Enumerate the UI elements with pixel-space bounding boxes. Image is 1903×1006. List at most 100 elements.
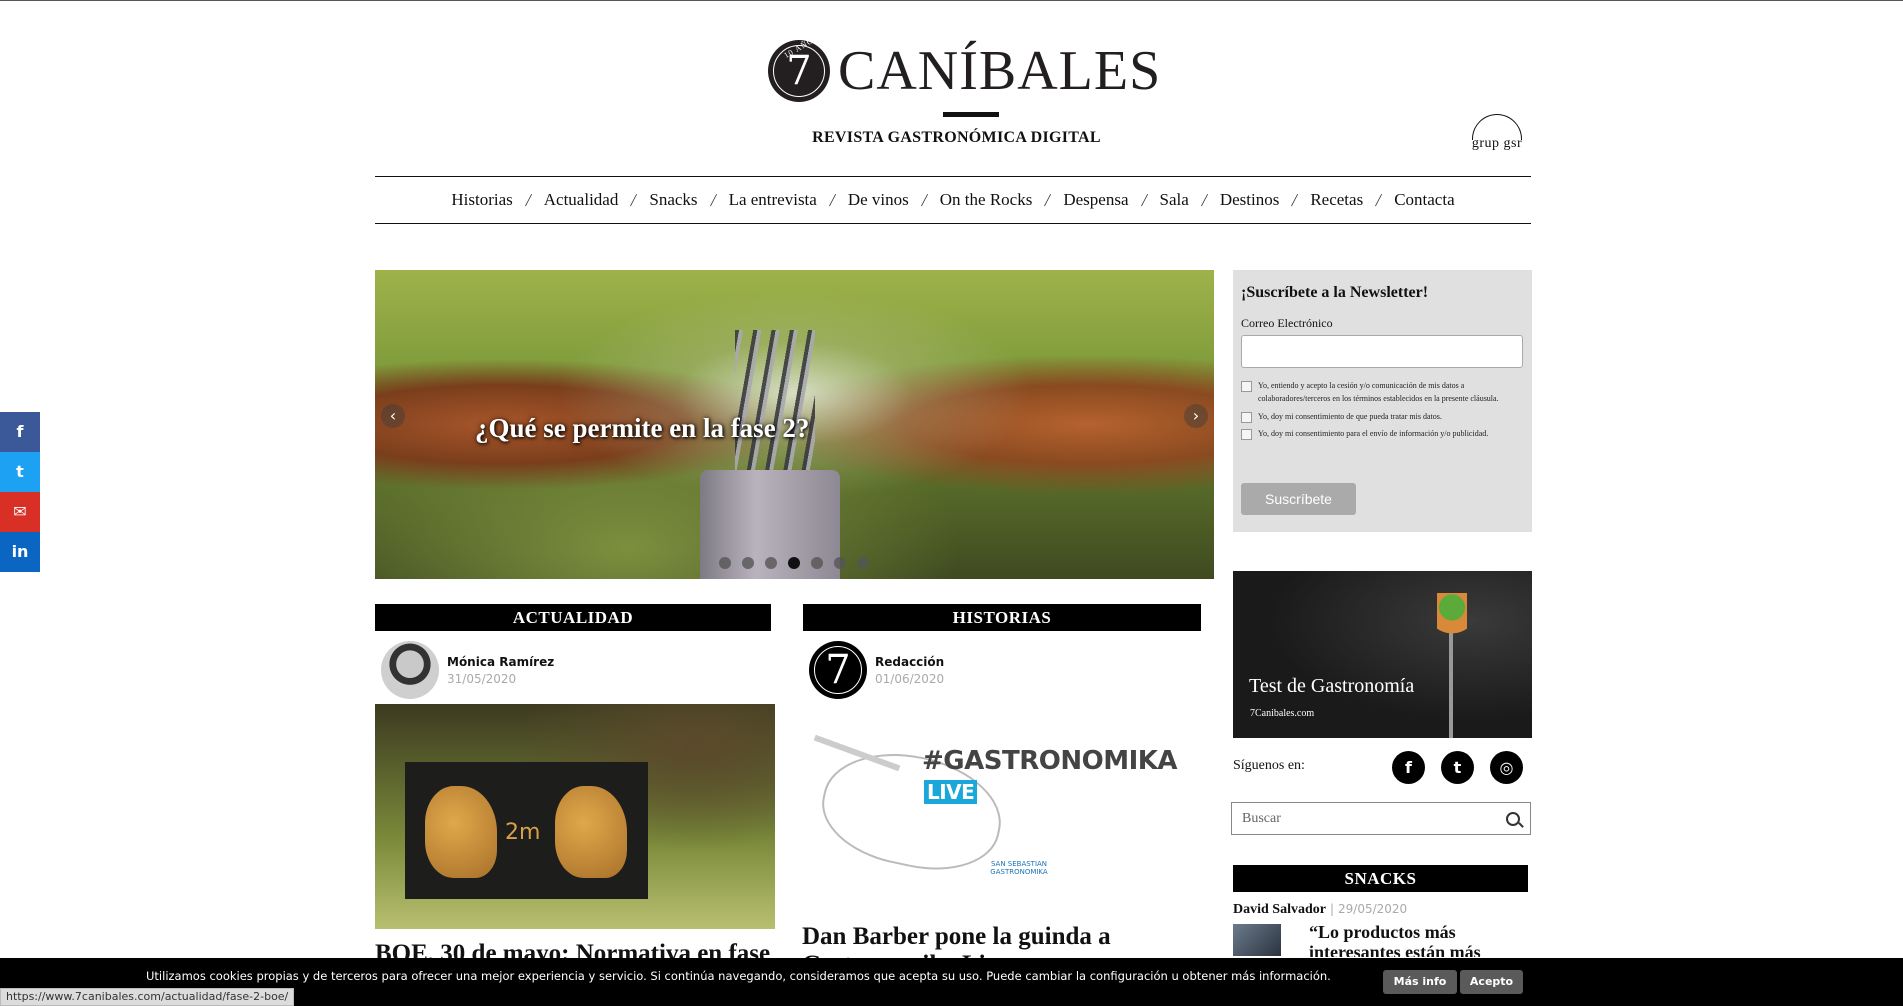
consent-text: Yo, doy mi consentimiento para el envío … bbox=[1258, 429, 1489, 439]
avatar: 7 bbox=[809, 641, 867, 699]
logo-seven-icon: 10 AÑOS 7 bbox=[768, 33, 830, 102]
checkbox[interactable] bbox=[1241, 429, 1252, 441]
consent-check[interactable]: Yo, doy mi consentimiento de que pueda t… bbox=[1241, 411, 1524, 424]
search-box bbox=[1231, 802, 1531, 835]
fork-icon bbox=[1449, 631, 1453, 738]
nav-separator: / bbox=[1043, 189, 1053, 210]
article-image[interactable]: 2m bbox=[375, 704, 775, 929]
face-right-icon bbox=[555, 786, 627, 878]
checkbox[interactable] bbox=[1241, 411, 1252, 423]
more-info-button[interactable]: Más info bbox=[1383, 970, 1457, 994]
slider-dot[interactable] bbox=[765, 557, 777, 569]
email-field[interactable] bbox=[1241, 335, 1523, 368]
consent-text: Yo, doy mi consentimiento de que pueda t… bbox=[1258, 411, 1442, 421]
category-bar-snacks[interactable]: SNACKS bbox=[1233, 865, 1528, 892]
facebook-share-icon[interactable]: f bbox=[0, 412, 40, 452]
gastronomika-logo: #GASTRONOMIKA LIVE bbox=[922, 746, 1202, 806]
nav-separator: / bbox=[708, 189, 718, 210]
twitter-icon[interactable]: t bbox=[1441, 751, 1474, 784]
facebook-icon[interactable]: f bbox=[1392, 751, 1425, 784]
snack-meta: David Salvador | 29/05/2020 bbox=[1233, 902, 1407, 918]
meta-separator: | bbox=[1329, 902, 1335, 916]
face-left-icon bbox=[425, 786, 497, 878]
article-image[interactable]: #GASTRONOMIKA LIVE SAN SEBASTIAN GASTRONO… bbox=[802, 720, 1202, 905]
slider-dot[interactable] bbox=[719, 557, 731, 569]
twitter-share-icon[interactable]: t bbox=[0, 452, 40, 492]
partner-logo[interactable]: grup gsr bbox=[1466, 114, 1528, 158]
nav-separator: / bbox=[1290, 189, 1300, 210]
snack-thumbnail[interactable] bbox=[1233, 924, 1281, 956]
slider-dot[interactable] bbox=[811, 557, 823, 569]
slider-dot[interactable] bbox=[742, 557, 754, 569]
slider-dots bbox=[719, 557, 869, 569]
distance-sign-image: 2m bbox=[405, 762, 648, 899]
category-bar-historias[interactable]: HISTORIAS bbox=[803, 604, 1201, 631]
nav-item-la-entrevista[interactable]: La entrevista bbox=[729, 190, 817, 210]
consent-text: Yo, entiendo y acepto la cesión y/o comu… bbox=[1258, 381, 1499, 403]
live-badge: LIVE bbox=[924, 780, 978, 804]
sponsor-logo: SAN SEBASTIAN GASTRONOMIKA bbox=[990, 860, 1048, 876]
hero-slider[interactable]: ¿Qué se permite en la fase 2? ‹ › bbox=[375, 270, 1214, 579]
subscribe-button[interactable]: Suscríbete bbox=[1241, 483, 1356, 515]
snack-title[interactable]: “Lo productos más interesantes están más bbox=[1309, 923, 1531, 957]
chevron-left-icon[interactable]: ‹ bbox=[381, 404, 405, 428]
top-border bbox=[0, 0, 1903, 1]
newsletter-title: ¡Suscríbete a la Newsletter! bbox=[1241, 284, 1429, 301]
nav-item-de-vinos[interactable]: De vinos bbox=[848, 190, 909, 210]
nav-separator: / bbox=[828, 189, 837, 210]
gastronomika-text: #GASTRONOMIKA bbox=[922, 746, 1178, 776]
partner-logo-text: grup gsr bbox=[1471, 136, 1523, 151]
banner-subtitle: 7Canibales.com bbox=[1250, 708, 1315, 719]
site-tagline: REVISTA GASTRONÓMICA DIGITAL bbox=[812, 129, 1101, 146]
article-author: 7 Redacción 01/06/2020 bbox=[809, 641, 944, 699]
consent-check[interactable]: Yo, doy mi consentimiento para el envío … bbox=[1241, 428, 1524, 441]
banner-title: Test de Gastronomía bbox=[1249, 675, 1415, 697]
slider-dot[interactable] bbox=[857, 557, 869, 569]
nav-item-actualidad[interactable]: Actualidad bbox=[544, 190, 619, 210]
checkbox[interactable] bbox=[1241, 381, 1252, 392]
slide-image-utensils bbox=[735, 330, 815, 480]
nav-item-recetas[interactable]: Recetas bbox=[1310, 190, 1363, 210]
article-date: 29/05/2020 bbox=[1338, 902, 1408, 916]
article-title[interactable]: BOE, 30 de mayo: Normativa en fase bbox=[375, 940, 775, 958]
nav-separator: / bbox=[1200, 189, 1209, 210]
author-name[interactable]: Mónica Ramírez bbox=[447, 655, 554, 669]
author-name[interactable]: David Salvador bbox=[1233, 902, 1326, 917]
accept-button[interactable]: Acepto bbox=[1460, 970, 1523, 994]
nav-separator: / bbox=[1374, 189, 1384, 210]
newsletter-box: ¡Suscríbete a la Newsletter! Correo Elec… bbox=[1233, 270, 1532, 532]
cookie-text: Utilizamos cookies propias y de terceros… bbox=[146, 969, 1331, 983]
food-on-fork-icon bbox=[1437, 593, 1467, 641]
nav-separator: / bbox=[629, 189, 639, 210]
article-date: 01/06/2020 bbox=[875, 671, 945, 686]
category-bar-actualidad[interactable]: ACTUALIDAD bbox=[375, 604, 771, 631]
slider-dot[interactable] bbox=[788, 557, 800, 569]
consent-check[interactable]: Yo, entiendo y acepto la cesión y/o comu… bbox=[1241, 380, 1524, 406]
avatar bbox=[381, 641, 439, 699]
article-author: Mónica Ramírez 31/05/2020 bbox=[381, 641, 554, 699]
nav-item-on-the-rocks[interactable]: On the Rocks bbox=[940, 190, 1033, 210]
linkedin-share-icon[interactable]: in bbox=[0, 532, 40, 572]
search-input[interactable] bbox=[1242, 810, 1506, 827]
slider-dot[interactable] bbox=[834, 557, 846, 569]
nav-item-destinos[interactable]: Destinos bbox=[1220, 190, 1280, 210]
article-date: 31/05/2020 bbox=[447, 671, 517, 686]
slide-title[interactable]: ¿Qué se permite en la fase 2? bbox=[475, 413, 809, 444]
distance-label: 2m bbox=[505, 820, 541, 845]
chevron-right-icon[interactable]: › bbox=[1184, 404, 1208, 428]
site-logo[interactable]: 10 AÑOS 7 CANÍBALES bbox=[768, 33, 1162, 102]
article-title[interactable]: Dan Barber pone la guinda a Gastronomika… bbox=[802, 923, 1202, 958]
nav-item-historias[interactable]: Historias bbox=[451, 190, 512, 210]
main-nav: Historias / Actualidad / Snacks / La entrevist… bbox=[375, 176, 1531, 224]
author-name[interactable]: Redacción bbox=[875, 655, 944, 669]
nav-item-sala[interactable]: Sala bbox=[1160, 190, 1189, 210]
gmail-share-icon[interactable]: ✉ bbox=[0, 492, 40, 532]
nav-item-contacta[interactable]: Contacta bbox=[1394, 190, 1454, 210]
nav-item-despensa[interactable]: Despensa bbox=[1063, 190, 1128, 210]
nav-separator: / bbox=[920, 189, 929, 210]
search-icon[interactable] bbox=[1506, 811, 1520, 826]
nav-item-snacks[interactable]: Snacks bbox=[649, 190, 697, 210]
test-gastronomia-banner[interactable]: Test de Gastronomía 7Canibales.com bbox=[1233, 571, 1532, 738]
logo-text: CANÍBALES bbox=[838, 40, 1162, 102]
instagram-icon[interactable]: ◎ bbox=[1490, 751, 1523, 784]
